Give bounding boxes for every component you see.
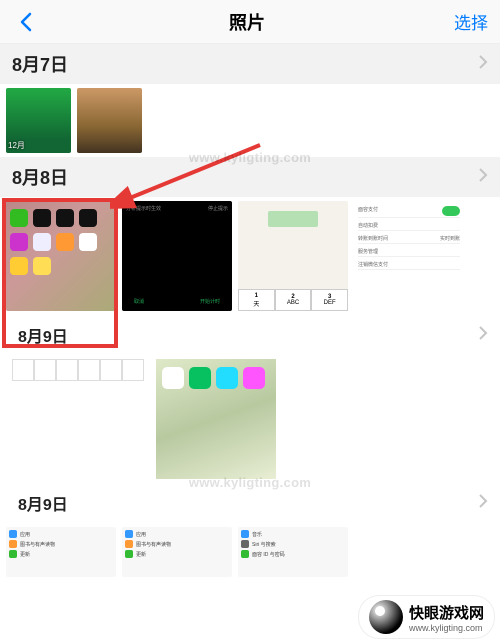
- select-button[interactable]: 选择: [454, 9, 488, 34]
- photo-thumb-homescreen2[interactable]: [156, 359, 276, 479]
- photo-thumb-settings[interactable]: 面容支付 自动扣费 转账到账时间 实时到账 服务管理 注销微信支付: [354, 201, 464, 311]
- back-button[interactable]: [12, 12, 40, 32]
- tab-cell: 2ABC: [275, 289, 312, 311]
- photo-thumb[interactable]: 12月: [6, 88, 71, 153]
- site-logo: 快眼游戏网 www.kyligting.com: [359, 596, 494, 638]
- photo-row-2: 分析提示时生效 停止提示 取消 开始计时 1天 2ABC 3DEF 面容支付 自动…: [0, 197, 500, 315]
- list-item-label: 图书与有声读物: [20, 541, 55, 548]
- date-header-3[interactable]: 8月9日: [0, 315, 500, 355]
- dark-start: 开始计时: [200, 298, 220, 305]
- dark-title: 分析提示时生效: [126, 205, 161, 212]
- list-item-label: 图书与有声读物: [136, 541, 171, 548]
- list-item-label: 面容 ID 与密码: [252, 551, 285, 558]
- settings-line: 注销微信支付: [358, 261, 388, 268]
- photo-thumb-list[interactable]: 应用 图书与有声读物 更新: [122, 527, 232, 577]
- settings-line: 转账到账时间: [358, 235, 388, 242]
- photo-thumb-homescreen[interactable]: [6, 201, 116, 311]
- list-item-label: 更新: [136, 551, 146, 558]
- photo-row-4: 应用 图书与有声读物 更新 应用 图书与有声读物 更新 音乐 Siri 与搜索 …: [0, 523, 500, 581]
- list-item-label: 应用: [20, 531, 30, 538]
- tab-cell: 3DEF: [311, 289, 348, 311]
- settings-line: 自动扣费: [358, 222, 378, 229]
- date-label: 8月9日: [12, 323, 68, 347]
- toggle-icon: [442, 206, 460, 216]
- list-item-label: 应用: [136, 531, 146, 538]
- chevron-right-icon: [478, 167, 488, 188]
- chevron-right-icon: [478, 54, 488, 75]
- date-badge: 12月: [8, 140, 25, 151]
- dark-cancel: 取消: [134, 298, 144, 305]
- dark-right: 停止提示: [208, 205, 228, 212]
- chevron-right-icon: [478, 325, 488, 346]
- chevron-right-icon: [478, 493, 488, 514]
- navbar: 照片 选择: [0, 0, 500, 44]
- photo-thumb-grid[interactable]: [6, 359, 150, 381]
- settings-line: 面容支付: [358, 206, 378, 216]
- logo-text: 快眼游戏网 www.kyligting.com: [409, 602, 484, 633]
- settings-line: 服务管理: [358, 248, 378, 255]
- list-item-label: 音乐: [252, 531, 262, 538]
- chevron-left-icon: [19, 12, 33, 32]
- date-label: 8月7日: [12, 51, 68, 77]
- photo-row-3: [0, 355, 500, 483]
- settings-value: 实时到账: [440, 235, 460, 242]
- tab-cell: 1天: [238, 289, 275, 311]
- list-item-label: Siri 与搜索: [252, 541, 276, 548]
- date-header-1[interactable]: 8月7日: [0, 44, 500, 84]
- photo-thumb[interactable]: [77, 88, 142, 153]
- photo-thumb-list[interactable]: 应用 图书与有声读物 更新: [6, 527, 116, 577]
- photo-row-1: 12月: [0, 84, 500, 157]
- photo-thumb-dark[interactable]: 分析提示时生效 停止提示 取消 开始计时: [122, 201, 232, 311]
- photo-thumb-tabs[interactable]: 1天 2ABC 3DEF: [238, 201, 348, 311]
- date-header-2[interactable]: 8月8日: [0, 157, 500, 197]
- date-header-4[interactable]: 8月9日: [0, 483, 500, 523]
- date-label: 8月9日: [12, 491, 68, 515]
- logo-icon: [369, 600, 403, 634]
- date-label: 8月8日: [12, 164, 68, 190]
- page-title: 照片: [229, 9, 265, 35]
- list-item-label: 更新: [20, 551, 30, 558]
- photo-thumb-list[interactable]: 音乐 Siri 与搜索 面容 ID 与密码: [238, 527, 348, 577]
